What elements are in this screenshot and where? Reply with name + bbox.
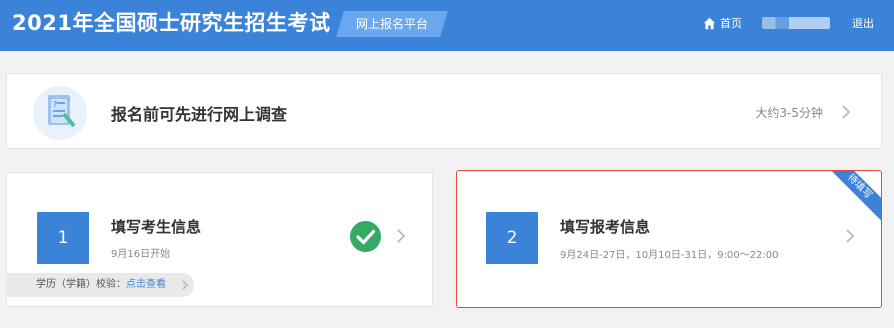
step-number: 1 — [37, 212, 89, 264]
check-circle-icon — [350, 221, 381, 252]
verify-label: 学历（学籍）校验： — [36, 279, 126, 290]
chevron-right-icon[interactable] — [841, 105, 851, 119]
step-card-1[interactable]: 1 填写考生信息 9月16日开始 学历（学籍）校验：点击查看 — [6, 172, 433, 307]
home-icon[interactable] — [703, 17, 716, 30]
step-subtitle: 9月16日开始 — [111, 249, 171, 260]
username-redacted — [762, 17, 830, 29]
survey-card[interactable]: ? 报名前可先进行网上调查 大约3-5分钟 — [6, 73, 882, 149]
survey-document-icon: ? — [33, 86, 87, 140]
step-number: 2 — [486, 212, 538, 264]
pending-ribbon: 待填写 — [823, 171, 881, 223]
header-nav: 首页 退出 — [703, 15, 874, 31]
step-subtitle: 9月24日-27日，10月10日-31日，9:00～22:00 — [560, 250, 779, 261]
page-title: 2021年全国硕士研究生招生考试 — [12, 11, 331, 35]
chevron-right-icon[interactable] — [396, 229, 406, 243]
top-header: 2021年全国硕士研究生招生考试 网上报名平台 首页 退出 — [0, 0, 894, 51]
platform-badge: 网上报名平台 — [336, 11, 448, 37]
step-title: 填写考生信息 — [111, 218, 202, 236]
education-verify-bar: 学历（学籍）校验：点击查看 — [6, 273, 194, 297]
home-link[interactable]: 首页 — [720, 15, 742, 31]
chevron-right-icon[interactable] — [182, 280, 188, 290]
svg-text:?: ? — [53, 100, 57, 109]
survey-duration: 大约3-5分钟 — [755, 106, 823, 120]
step-card-2[interactable]: 待填写 2 填写报考信息 9月24日-27日，10月10日-31日，9:00～2… — [456, 170, 882, 308]
chevron-right-icon[interactable] — [845, 229, 855, 243]
step-title: 填写报考信息 — [560, 218, 651, 236]
verify-view-link[interactable]: 点击查看 — [126, 279, 166, 290]
survey-text: 报名前可先进行网上调查 — [111, 105, 288, 124]
logout-link[interactable]: 退出 — [852, 15, 874, 31]
